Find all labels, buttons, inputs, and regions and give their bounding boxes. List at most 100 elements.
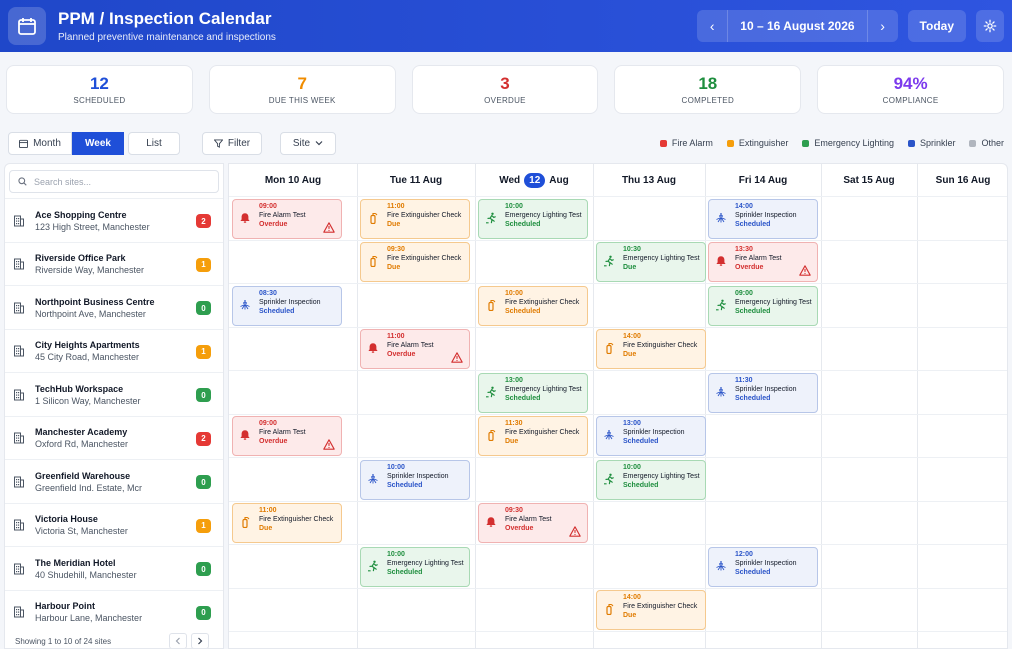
site-name: TechHub Workspace bbox=[35, 383, 124, 394]
site-count-badge: 1 bbox=[196, 257, 211, 272]
site-list-item[interactable]: Manchester Academy Oxford Rd, Manchester 2 bbox=[5, 415, 223, 460]
site-list-item[interactable]: Ace Shopping Centre 123 High Street, Manc… bbox=[5, 198, 223, 242]
event-card[interactable]: 08:30 Sprinkler Inspection Scheduled bbox=[232, 285, 342, 326]
date-range-label[interactable]: 10 – 16 August 2026 bbox=[727, 10, 868, 42]
search-input[interactable] bbox=[34, 176, 204, 187]
prev-page-button[interactable] bbox=[169, 633, 187, 648]
month-view-button[interactable]: Month bbox=[8, 131, 72, 155]
next-week-button[interactable]: › bbox=[868, 10, 898, 42]
filter-button[interactable]: Filter bbox=[202, 131, 262, 155]
event-card[interactable]: 14:00 Sprinkler Inspection Scheduled bbox=[708, 198, 818, 239]
legend-item[interactable]: Other bbox=[969, 138, 1004, 148]
stat-card[interactable]: 3 OVERDUE bbox=[411, 65, 599, 114]
stat-card[interactable]: 94% COMPLIANCE bbox=[817, 65, 1004, 114]
event-status: Due bbox=[623, 612, 637, 619]
event-card[interactable]: 10:00 Sprinkler Inspection Scheduled bbox=[360, 459, 470, 500]
event-card[interactable]: 11:30 Sprinkler Inspection Scheduled bbox=[708, 372, 818, 413]
day-divider bbox=[705, 164, 706, 648]
event-card[interactable]: 09:30 Fire Extinguisher Check Due bbox=[360, 242, 470, 282]
emergency-exit-icon bbox=[604, 473, 614, 484]
event-card[interactable]: 10:30 Emergency Lighting Test Due bbox=[596, 242, 706, 282]
event-card[interactable]: 09:00 Emergency Lighting Test Scheduled bbox=[708, 285, 818, 326]
event-card[interactable]: 11:00 Fire Extinguisher Check Due bbox=[360, 198, 470, 239]
site-count-badge: 2 bbox=[196, 214, 211, 228]
day-header[interactable]: Tue 11 Aug bbox=[357, 164, 475, 196]
gear-icon bbox=[983, 19, 997, 33]
today-button[interactable]: Today bbox=[907, 10, 966, 42]
site-list-item[interactable]: City Heights Apartments 45 City Road, Man… bbox=[5, 328, 223, 373]
event-card[interactable]: 13:30 Fire Alarm Test Overdue bbox=[708, 242, 818, 282]
site-list-item[interactable]: Greenfield Warehouse Greenfield Ind. Esta… bbox=[5, 459, 223, 503]
event-name: Fire Extinguisher Check bbox=[387, 255, 462, 262]
warning-icon bbox=[451, 352, 463, 363]
site-list-item[interactable]: Riverside Office Park Riverside Way, Manc… bbox=[5, 241, 223, 286]
sprinkler-icon bbox=[604, 430, 614, 440]
event-time: 11:30 bbox=[735, 376, 753, 384]
event-card[interactable]: 09:00 Fire Alarm Test Overdue bbox=[232, 198, 342, 239]
legend-label: Sprinkler bbox=[919, 138, 956, 148]
building-icon bbox=[14, 258, 24, 270]
day-header[interactable]: Mon 10 Aug bbox=[229, 164, 357, 196]
site-list-item[interactable]: TechHub Workspace 1 Silicon Way, Manchest… bbox=[5, 372, 223, 416]
event-card[interactable]: 13:00 Sprinkler Inspection Scheduled bbox=[596, 416, 706, 456]
stat-card[interactable]: 18 COMPLETED bbox=[614, 65, 802, 114]
event-card[interactable]: 13:00 Emergency Lighting Test Scheduled bbox=[478, 372, 588, 413]
event-name: Fire Extinguisher Check bbox=[259, 516, 334, 523]
next-page-button[interactable] bbox=[191, 633, 209, 648]
site-list-item[interactable]: Northpoint Business Centre Northpoint Ave… bbox=[5, 285, 223, 329]
sprinkler-icon bbox=[716, 386, 726, 396]
settings-button[interactable] bbox=[976, 10, 1004, 42]
building-icon bbox=[14, 345, 24, 357]
legend-item[interactable]: Extinguisher bbox=[726, 138, 788, 148]
event-card[interactable]: 10:00 Fire Extinguisher Check Scheduled bbox=[478, 285, 588, 326]
event-name: Sprinkler Inspection bbox=[735, 211, 797, 219]
site-name: Riverside Office Park bbox=[35, 253, 126, 263]
legend-item[interactable]: Emergency Lighting bbox=[802, 138, 894, 148]
event-time: 09:30 bbox=[505, 507, 523, 514]
toolbar: Month Week List Filter Site Fire Alarm Ex… bbox=[8, 131, 1004, 155]
event-card[interactable]: 14:00 Fire Extinguisher Check Due bbox=[596, 329, 706, 369]
week-view-button[interactable]: Week bbox=[72, 131, 124, 155]
day-header[interactable]: Thu 13 Aug bbox=[593, 164, 705, 196]
stat-value: 18 bbox=[698, 73, 718, 93]
site-address: Greenfield Ind. Estate, Mcr bbox=[35, 482, 143, 493]
event-card[interactable]: 11:30 Fire Extinguisher Check Due bbox=[478, 416, 588, 456]
calendar-icon[interactable] bbox=[8, 7, 46, 45]
stat-card[interactable]: 12 SCHEDULED bbox=[6, 65, 193, 114]
stat-card[interactable]: 7 DUE THIS WEEK bbox=[208, 65, 396, 114]
warning-icon bbox=[799, 265, 811, 276]
site-list-item[interactable]: The Meridian Hotel 40 Shudehill, Manchest… bbox=[5, 546, 223, 590]
fire-extinguisher-icon bbox=[606, 342, 614, 354]
event-card[interactable]: 11:00 Fire Extinguisher Check Due bbox=[232, 503, 342, 543]
event-time: 10:00 bbox=[505, 202, 523, 210]
site-dropdown[interactable]: Site bbox=[280, 131, 336, 155]
legend-item[interactable]: Fire Alarm bbox=[659, 138, 713, 148]
event-status: Scheduled bbox=[623, 481, 659, 489]
day-header[interactable]: Wed 12 Aug bbox=[475, 164, 593, 196]
day-divider bbox=[593, 164, 594, 648]
alarm-bell-icon bbox=[486, 517, 496, 527]
site-count-badge: 2 bbox=[196, 431, 211, 446]
day-header[interactable]: Fri 14 Aug bbox=[705, 164, 821, 196]
legend-item[interactable]: Sprinkler bbox=[907, 138, 956, 148]
event-card[interactable]: 09:00 Fire Alarm Test Overdue bbox=[232, 416, 342, 456]
site-list-item[interactable]: Victoria House Victoria St, Manchester 1 bbox=[5, 502, 223, 547]
list-view-button[interactable]: List bbox=[128, 131, 180, 155]
event-card[interactable]: 10:00 Emergency Lighting Test Scheduled bbox=[478, 198, 588, 239]
event-card[interactable]: 10:00 Emergency Lighting Test Scheduled bbox=[596, 459, 706, 500]
site-sidebar: Showing 1 to 10 of 24 sites Ace Shopping… bbox=[4, 163, 224, 649]
prev-week-button[interactable]: ‹ bbox=[697, 10, 727, 42]
event-card[interactable]: 11:00 Fire Alarm Test Overdue bbox=[360, 329, 470, 369]
day-divider bbox=[357, 164, 358, 648]
stat-label: SCHEDULED bbox=[73, 95, 126, 105]
event-card[interactable]: 14:00 Fire Extinguisher Check Due bbox=[596, 590, 706, 630]
site-list-item[interactable]: Harbour Point Harbour Lane, Manchester 0 bbox=[5, 589, 223, 634]
stat-value: 7 bbox=[297, 73, 307, 93]
event-card[interactable]: 10:00 Emergency Lighting Test Scheduled bbox=[360, 546, 470, 587]
event-card[interactable]: 12:00 Sprinkler Inspection Scheduled bbox=[708, 546, 818, 587]
fire-extinguisher-icon bbox=[370, 255, 378, 267]
event-card[interactable]: 09:30 Fire Alarm Test Overdue bbox=[478, 503, 588, 543]
day-header[interactable]: Sun 16 Aug bbox=[917, 164, 1007, 196]
day-divider bbox=[917, 164, 918, 648]
day-header[interactable]: Sat 15 Aug bbox=[821, 164, 917, 196]
